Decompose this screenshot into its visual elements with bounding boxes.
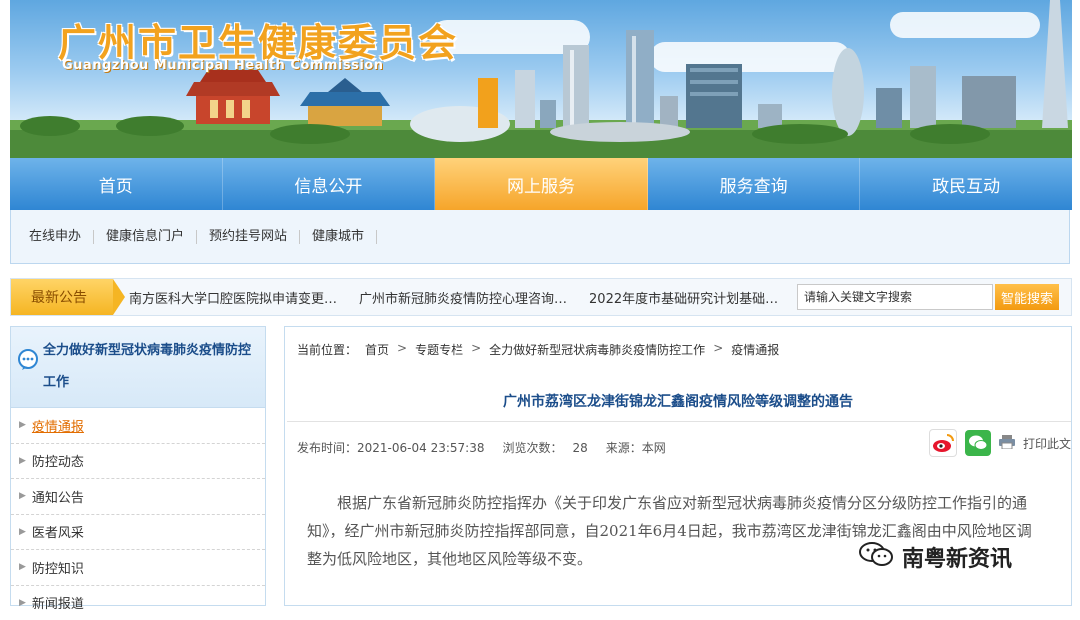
sidebar-item-medical-staff[interactable]: ▶ 医者风采 [11,515,265,551]
sidebar: 全力做好新型冠状病毒肺炎疫情防控工作 ▶ 疫情通报 ▶ 防控动态 ▶ 通知公告 … [10,326,266,606]
announcement-item[interactable]: 广州市新冠肺炎疫情防控心理咨询… [359,288,567,307]
announcement-item[interactable]: 2022年度市基础研究计划基础… [589,288,778,307]
subnav-health-portal[interactable]: 健康信息门户 [94,230,197,244]
caret-right-icon: ▶ [19,562,26,572]
subnav-healthy-city[interactable]: 健康城市 [300,230,377,244]
breadcrumb-link-covid-work[interactable]: 全力做好新型冠状病毒肺炎疫情防控工作 [489,341,705,358]
caret-right-icon: ▶ [19,527,26,537]
sidebar-item-label: 防控知识 [32,558,84,577]
announcement-list: 南方医科大学口腔医院拟申请变更… 广州市新冠肺炎疫情防控心理咨询… 2022年度… [129,279,778,315]
publish-time-label: 发布时间： [297,441,357,455]
announcement-label: 最新公告 [11,279,113,315]
sidebar-item-label: 通知公告 [32,487,84,506]
breadcrumb-prefix: 当前位置： [297,341,357,358]
view-count-label: 浏览次数： [502,441,562,455]
watermark-text: 南粤新资讯 [902,541,1012,573]
view-count-value: 28 [572,441,587,455]
nav-info-disclosure[interactable]: 信息公开 [223,158,436,210]
sidebar-item-notices[interactable]: ▶ 通知公告 [11,479,265,515]
sidebar-header: 全力做好新型冠状病毒肺炎疫情防控工作 [11,327,265,408]
site-subtitle: Guangzhou Municipal Health Commission [62,58,383,73]
sub-nav: 在线申办 健康信息门户 预约挂号网站 健康城市 [10,210,1070,264]
caret-right-icon: ▶ [19,420,26,430]
search-button[interactable]: 智能搜索 [995,284,1059,310]
share-toolbar: 打印此文 [929,429,1071,457]
source-label: 来源： [606,441,642,455]
subnav-online-application[interactable]: 在线申办 [17,230,94,244]
announcement-bar: 最新公告 南方医科大学口腔医院拟申请变更… 广州市新冠肺炎疫情防控心理咨询… 2… [10,278,1072,316]
source: 来源：本网 [606,439,666,456]
search-input[interactable] [797,284,993,310]
sidebar-item-prevention-news[interactable]: ▶ 防控动态 [11,444,265,480]
nav-public-interaction[interactable]: 政民互动 [860,158,1072,210]
breadcrumb-link-epidemic-report[interactable]: 疫情通报 [731,341,779,358]
weibo-icon[interactable] [929,429,957,457]
breadcrumb-link-topics[interactable]: 专题专栏 [415,341,463,358]
nav-online-services[interactable]: 网上服务 [435,158,648,210]
sidebar-item-news-reports[interactable]: ▶ 新闻报道 [11,586,265,620]
sidebar-item-label: 防控动态 [32,451,84,470]
wechat-logo-icon [858,540,894,574]
sidebar-item-label: 医者风采 [32,522,84,541]
sidebar-item-label: 疫情通报 [32,416,84,435]
nav-service-query[interactable]: 服务查询 [648,158,861,210]
breadcrumb-separator: > [713,341,723,358]
breadcrumb: 当前位置： 首页 > 专题专栏 > 全力做好新型冠状病毒肺炎疫情防控工作 > 疫… [297,341,779,358]
wechat-icon[interactable] [965,430,991,456]
article-meta: 发布时间：2021-06-04 23:57:38 浏览次数： 28 来源：本网 [297,439,666,456]
announcement-item[interactable]: 南方医科大学口腔医院拟申请变更… [129,288,337,307]
print-article-link[interactable]: 打印此文 [1023,435,1071,452]
subnav-appointment-site[interactable]: 预约挂号网站 [197,230,300,244]
article-title: 广州市荔湾区龙津街锦龙汇鑫阁疫情风险等级调整的通告 [285,391,1071,411]
breadcrumb-separator: > [397,341,407,358]
sidebar-item-prevention-knowledge[interactable]: ▶ 防控知识 [11,550,265,586]
nav-home[interactable]: 首页 [10,158,223,210]
view-count: 浏览次数： 28 [502,439,587,456]
sidebar-title: 全力做好新型冠状病毒肺炎疫情防控工作 [43,335,263,399]
watermark: 南粤新资讯 [858,540,1012,574]
publish-time-value: 2021-06-04 23:57:38 [357,441,484,455]
divider [287,421,1071,422]
speech-bubble-icon [17,349,39,375]
site-banner: 广州市卫生健康委员会 Guangzhou Municipal Health Co… [10,0,1072,158]
source-value: 本网 [642,441,666,455]
caret-right-icon: ▶ [19,491,26,501]
breadcrumb-link-home[interactable]: 首页 [365,341,389,358]
breadcrumb-separator: > [471,341,481,358]
sidebar-item-label: 新闻报道 [32,593,84,612]
publish-time: 发布时间：2021-06-04 23:57:38 [297,439,484,456]
sidebar-item-epidemic-report[interactable]: ▶ 疫情通报 [11,408,265,444]
caret-right-icon: ▶ [19,456,26,466]
printer-icon[interactable] [999,434,1015,453]
caret-right-icon: ▶ [19,598,26,608]
main-nav: 首页 信息公开 网上服务 服务查询 政民互动 [10,158,1072,210]
